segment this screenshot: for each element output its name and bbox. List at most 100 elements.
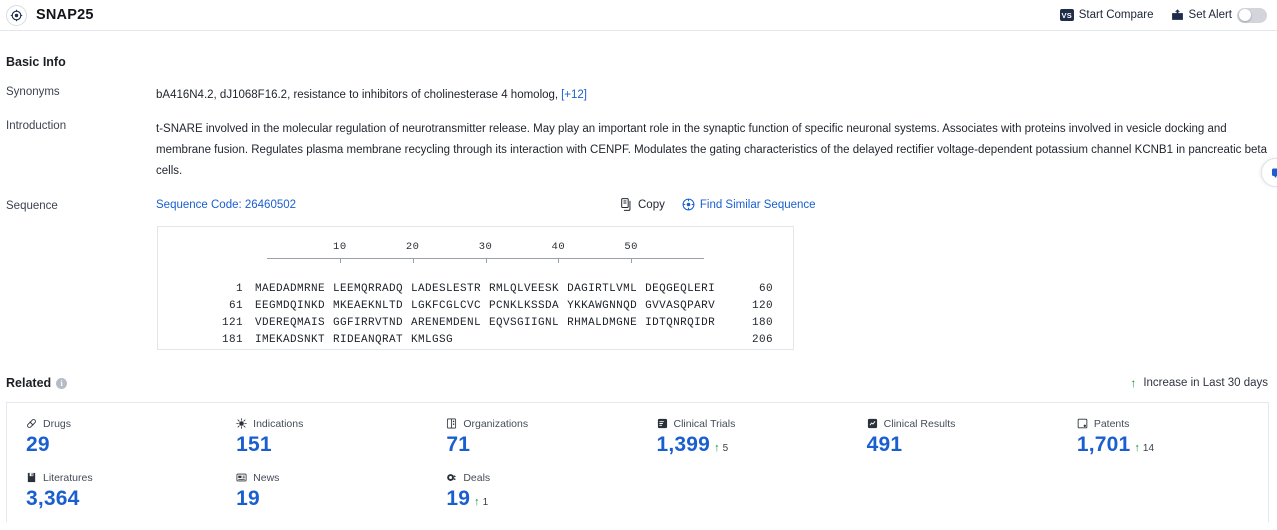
stat-card-patents[interactable]: Patents 1,701 ↑ 14 xyxy=(1058,417,1268,457)
copy-button[interactable]: Copy xyxy=(621,198,665,211)
stat-delta-value: 14 xyxy=(1142,443,1155,454)
sequence-chunk: YKKAWGNNQD xyxy=(567,299,638,312)
ruler-tick-label: 40 xyxy=(551,241,566,253)
copy-label: Copy xyxy=(638,198,665,211)
sequence-residues: IMEKADSNKT RIDEANQRAT KMLGSG xyxy=(255,334,453,346)
stat-header: Indications xyxy=(236,417,427,430)
sequence-line: 121 VDEREQMAIS GGFIRRVTND ARENEMDENL EQVSGII… xyxy=(158,314,793,331)
top-bar: SNAP25 VS Start Compare Set Alert xyxy=(0,0,1277,31)
sequence-chunk: GGFIRRVTND xyxy=(333,316,404,329)
sequence-label: Sequence xyxy=(6,200,58,212)
sequence-end-index: 180 xyxy=(751,316,773,329)
related-stats-card: Drugs 29 Indications 151 Organizations 71 Clin… xyxy=(6,402,1269,522)
stat-label: Literatures xyxy=(43,471,93,484)
sequence-line: 1 MAEDADMRNE LEEMQRRADQ LADESLESTR RMLQLVEES… xyxy=(158,280,793,297)
stat-value-line: 3,364 xyxy=(26,487,217,511)
sequence-chunk: PCNKLKSSDA xyxy=(489,299,560,312)
stat-card-literatures[interactable]: Literatures 3,364 xyxy=(7,471,217,511)
stat-header: Clinical Results xyxy=(867,417,1058,430)
info-icon[interactable]: i xyxy=(56,377,68,389)
sequence-end-index: 120 xyxy=(751,299,773,312)
stat-value: 1,701 xyxy=(1076,433,1131,456)
increase-arrow-icon: ↑ xyxy=(1130,376,1137,390)
synonyms-body: bA416N4.2, dJ1068F16.2, resistance to in… xyxy=(156,85,1269,103)
set-alert-control[interactable]: Set Alert xyxy=(1171,7,1267,23)
sequence-code-link[interactable]: Sequence Code: 26460502 xyxy=(156,199,296,211)
ruler-tick xyxy=(485,258,487,263)
stat-delta-arrow-icon: ↑ xyxy=(474,496,480,508)
sequence-residues: VDEREQMAIS GGFIRRVTND ARENEMDENL EQVSGIIGNL… xyxy=(255,317,715,329)
stat-value: 151 xyxy=(236,433,272,456)
stat-value-line: 19 ↑ 1 xyxy=(446,487,637,511)
sequence-chunk: MAEDADMRNE xyxy=(255,282,326,295)
sequence-residues: MAEDADMRNE LEEMQRRADQ LADESLESTR RMLQLVEESK… xyxy=(255,283,715,295)
stat-delta: ↑ 5 xyxy=(714,442,728,454)
stat-value: 3,364 xyxy=(26,487,80,510)
stat-label: Drugs xyxy=(43,417,72,430)
introduction-row: Introduction t-SNARE involved in the mol… xyxy=(6,119,1269,182)
news-icon xyxy=(236,472,247,483)
stat-card-news[interactable]: News 19 xyxy=(217,471,427,511)
stat-delta-value: 1 xyxy=(482,497,489,508)
stat-delta: ↑ 14 xyxy=(1134,442,1154,454)
literature-icon xyxy=(26,472,37,483)
stat-card-drugs[interactable]: Drugs 29 xyxy=(7,417,217,457)
stat-header: Clinical Trials xyxy=(657,417,848,430)
stat-header: Drugs xyxy=(26,417,217,430)
sequence-chunk: EQVSGIIGNL xyxy=(489,316,560,329)
stat-value: 29 xyxy=(26,433,50,456)
sequence-chunk: LEEMQRRADQ xyxy=(333,282,404,295)
stat-header: Deals xyxy=(446,471,637,484)
stat-delta-arrow-icon: ↑ xyxy=(714,442,720,454)
sequence-start-index: 1 xyxy=(235,282,243,295)
deals-icon xyxy=(446,472,457,483)
synonyms-more-link[interactable]: [+12] xyxy=(561,89,587,101)
sequence-chunk: MKEAEKNLTD xyxy=(333,299,404,312)
sequence-row: Sequence Sequence Code: 26460502 Copy Fi… xyxy=(6,198,1269,212)
sequence-chunk: KMLGSG xyxy=(411,333,454,346)
set-alert-label: Set Alert xyxy=(1188,9,1232,21)
sequence-chunk: IDTQNRQIDR xyxy=(645,316,716,329)
basic-info-heading: Basic Info xyxy=(6,55,1269,69)
top-bar-actions: VS Start Compare Set Alert xyxy=(1059,7,1269,23)
synonyms-row: Synonyms bA416N4.2, dJ1068F16.2, resista… xyxy=(6,85,1269,103)
sequence-chunk: LGKFCGLCVC xyxy=(411,299,482,312)
sequence-end-index: 60 xyxy=(758,282,773,295)
copy-icon xyxy=(621,198,633,211)
target-crosshair-icon xyxy=(6,4,27,26)
introduction-label: Introduction xyxy=(6,120,67,132)
sequence-chunk: VDEREQMAIS xyxy=(255,316,326,329)
stat-label: Clinical Trials xyxy=(673,417,736,430)
ruler-tick-label: 50 xyxy=(624,241,638,253)
sequence-line: 61 EEGMDQINKD MKEAEKNLTD LGKFCGLCVC PCNKLKSS… xyxy=(158,297,793,314)
stat-label: Organizations xyxy=(463,417,529,430)
stat-value-line: 29 xyxy=(26,433,217,457)
stat-label: News xyxy=(253,471,280,484)
stat-delta: ↑ 1 xyxy=(474,496,488,508)
sequence-chunk: RIDEANQRAT xyxy=(333,333,404,346)
stat-card-clinical-results[interactable]: Clinical Results 491 xyxy=(848,417,1058,457)
introduction-value: t-SNARE involved in the molecular regula… xyxy=(156,123,1267,177)
increase-legend-label: Increase in Last 30 days xyxy=(1143,377,1268,389)
related-bar: Related i ↑ Increase in Last 30 days xyxy=(6,376,1269,390)
stat-card-deals[interactable]: Deals 19 ↑ 1 xyxy=(427,471,637,511)
stat-value: 71 xyxy=(446,433,471,456)
stat-card-clinical-trials[interactable]: Clinical Trials 1,399 ↑ 5 xyxy=(638,417,848,457)
sequence-chunk: DAGIRTLVML xyxy=(567,282,638,295)
sequence-end-index: 206 xyxy=(751,333,773,346)
stat-card-organizations[interactable]: Organizations 71 xyxy=(427,417,637,457)
ruler-tick-label: 30 xyxy=(478,241,493,253)
stat-header: Patents xyxy=(1077,417,1268,430)
stat-value: 19 xyxy=(236,487,260,510)
sequence-chunk: EEGMDQINKD xyxy=(255,299,326,312)
start-compare-button[interactable]: VS Start Compare xyxy=(1059,9,1154,21)
stat-card-indications[interactable]: Indications 151 xyxy=(217,417,427,457)
stat-value-line: 71 xyxy=(446,433,637,457)
ruler-tick xyxy=(339,258,341,263)
find-similar-label: Find Similar Sequence xyxy=(699,198,816,211)
set-alert-toggle[interactable] xyxy=(1237,7,1267,23)
increase-legend: ↑ Increase in Last 30 days xyxy=(1130,377,1269,389)
ruler-tick xyxy=(631,258,633,263)
vs-icon: VS xyxy=(1059,9,1074,21)
find-similar-sequence-button[interactable]: Find Similar Sequence xyxy=(682,198,816,211)
